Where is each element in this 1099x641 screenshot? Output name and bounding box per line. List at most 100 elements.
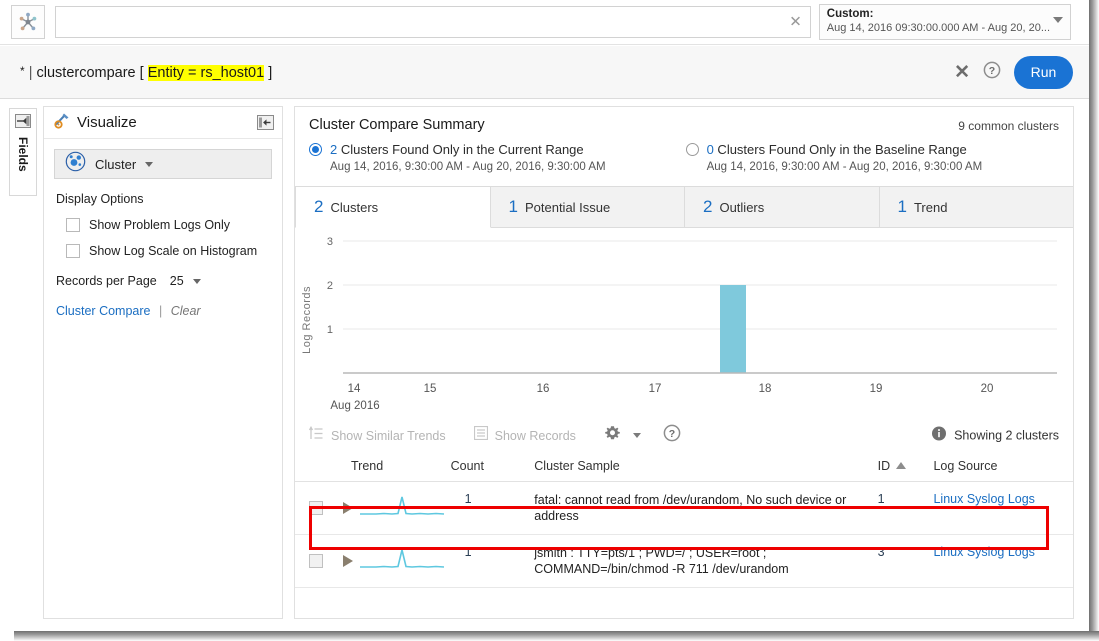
link-separator: |	[159, 304, 162, 318]
checkbox-label: Show Problem Logs Only	[89, 218, 230, 232]
expand-panel-icon[interactable]	[15, 114, 31, 133]
radio-indicator[interactable]	[686, 143, 699, 156]
expand-row-icon[interactable]	[343, 555, 353, 567]
table-header-row: Trend Count Cluster Sample ID Log Source	[295, 453, 1073, 482]
checkbox-box[interactable]	[66, 244, 80, 258]
sort-asc-icon[interactable]	[896, 462, 906, 469]
chevron-down-icon[interactable]	[633, 433, 641, 438]
table-row[interactable]: 1 fatal: cannot read from /dev/urandom, …	[295, 482, 1073, 535]
clear-link[interactable]: Clear	[171, 304, 201, 318]
column-header-log-source[interactable]: Log Source	[933, 453, 1073, 482]
table-row[interactable]: 1 jsmith : TTY=pts/1 ; PWD=/ ; USER=root…	[295, 535, 1073, 588]
display-options-label: Display Options	[56, 192, 282, 206]
tab-count: 2	[703, 197, 712, 217]
radio-current-range[interactable]: 2 Clusters Found Only in the Current Ran…	[309, 141, 606, 173]
help-circle-icon[interactable]: ?	[663, 424, 681, 447]
application-window: ✕ Custom: Aug 14, 2016 09:30:00.000 AM -…	[0, 0, 1099, 641]
table-header: Trend Count Cluster Sample ID Log Source	[295, 453, 1073, 482]
cell-id: 3	[878, 535, 934, 588]
svg-text:19: 19	[870, 383, 883, 395]
range-radio-group: 2 Clusters Found Only in the Current Ran…	[309, 141, 1059, 173]
column-header-count[interactable]: Count	[451, 453, 535, 482]
window-shadow-corner	[0, 631, 14, 641]
date-range-picker[interactable]: Custom: Aug 14, 2016 09:30:00.000 AM - A…	[819, 4, 1071, 40]
common-clusters-count: 9 common clusters	[958, 119, 1059, 133]
search-clear-icon[interactable]: ✕	[789, 15, 802, 30]
checkbox-show-problem-logs-only[interactable]: Show Problem Logs Only	[66, 218, 282, 232]
chart-canvas: 3 2 1 14 15 16 17 18 19 20 Aug 2016	[295, 228, 1073, 418]
chevron-down-icon[interactable]	[145, 162, 153, 167]
row-checkbox[interactable]	[309, 554, 323, 568]
search-input[interactable]	[56, 7, 810, 37]
summary-title: Cluster Compare Summary	[309, 117, 1059, 133]
gear-icon[interactable]	[604, 425, 621, 447]
show-records-label: Show Records	[495, 429, 576, 443]
cluster-compare-summary: Cluster Compare Summary 9 common cluster…	[295, 107, 1073, 186]
radio-label: Clusters Found Only in the Baseline Rang…	[714, 142, 967, 157]
collapse-panel-icon[interactable]	[257, 115, 274, 130]
svg-text:?: ?	[669, 428, 675, 440]
top-bar: ✕ Custom: Aug 14, 2016 09:30:00.000 AM -…	[0, 0, 1089, 45]
tab-clusters[interactable]: 2 Clusters	[295, 186, 491, 228]
svg-text:1: 1	[327, 324, 333, 336]
records-list-icon	[474, 426, 488, 445]
svg-text:3: 3	[327, 236, 333, 248]
records-per-page-control[interactable]: Records per Page 25	[56, 274, 282, 288]
fields-panel-tab[interactable]: Fields	[9, 108, 37, 196]
column-header-cluster-sample[interactable]: Cluster Sample	[534, 453, 877, 482]
help-circle-icon[interactable]: ?	[983, 61, 1001, 84]
table-settings-button[interactable]	[604, 425, 641, 447]
table-body: 1 fatal: cannot read from /dev/urandom, …	[295, 482, 1073, 588]
tab-trend[interactable]: 1 Trend	[880, 186, 1074, 227]
svg-text:15: 15	[424, 383, 437, 395]
radio-count: 0	[707, 142, 714, 157]
radio-indicator[interactable]	[309, 143, 322, 156]
tab-outliers[interactable]: 2 Outliers	[685, 186, 880, 227]
network-nodes-icon[interactable]	[11, 5, 45, 39]
chevron-down-icon[interactable]	[193, 279, 201, 284]
chevron-down-icon[interactable]	[1053, 17, 1063, 23]
visualization-type-select[interactable]: Cluster	[54, 149, 272, 179]
column-header-trend[interactable]: Trend	[295, 453, 451, 482]
visualization-type-label: Cluster	[95, 157, 136, 172]
visualize-header: Visualize	[44, 107, 282, 139]
log-source-link[interactable]: Linux Syslog Logs	[933, 545, 1034, 559]
radio-baseline-range[interactable]: 0 Clusters Found Only in the Baseline Ra…	[686, 141, 983, 173]
window-shadow-right	[1089, 0, 1099, 641]
clusters-table: Trend Count Cluster Sample ID Log Source	[295, 453, 1073, 588]
expand-row-icon[interactable]	[343, 502, 353, 514]
tab-label: Trend	[914, 200, 947, 215]
visualize-title: Visualize	[77, 114, 257, 131]
query-expression[interactable]: * | clustercompare [ Entity = rs_host01 …	[0, 64, 954, 81]
cell-log-source: Linux Syslog Logs	[933, 482, 1073, 535]
row-checkbox[interactable]	[309, 501, 323, 515]
hammer-gear-icon	[53, 111, 71, 134]
cell-trend	[295, 482, 451, 535]
radio-label: Clusters Found Only in the Current Range	[337, 142, 583, 157]
checkbox-label: Show Log Scale on Histogram	[89, 244, 257, 258]
query-actions: ✕ ? Run	[954, 56, 1089, 89]
radio-texts: 2 Clusters Found Only in the Current Ran…	[330, 141, 606, 173]
query-clear-icon[interactable]: ✕	[954, 63, 970, 82]
checkbox-box[interactable]	[66, 218, 80, 232]
search-box[interactable]: ✕	[55, 6, 811, 38]
run-button[interactable]: Run	[1014, 56, 1073, 89]
cluster-compare-link[interactable]: Cluster Compare	[56, 304, 150, 318]
cell-trend	[295, 535, 451, 588]
query-bar: * | clustercompare [ Entity = rs_host01 …	[0, 46, 1089, 99]
column-header-id[interactable]: ID	[878, 453, 934, 482]
svg-text:2: 2	[327, 280, 333, 292]
records-per-page-value[interactable]: 25	[170, 274, 184, 288]
tab-label: Clusters	[330, 200, 378, 215]
checkbox-show-log-scale-on-histogram[interactable]: Show Log Scale on Histogram	[66, 244, 282, 258]
query-highlight-token: Entity = rs_host01	[148, 65, 264, 81]
fields-label: Fields	[16, 137, 30, 172]
log-source-link[interactable]: Linux Syslog Logs	[933, 492, 1034, 506]
show-similar-trends-button[interactable]: Show Similar Trends	[309, 426, 446, 446]
cluster-tabs: 2 Clusters 1 Potential Issue 2 Outliers …	[295, 186, 1073, 228]
svg-text:?: ?	[989, 64, 995, 76]
sparkline-peak-icon	[358, 492, 446, 523]
tab-potential-issue[interactable]: 1 Potential Issue	[491, 186, 686, 227]
show-records-button[interactable]: Show Records	[474, 426, 576, 445]
trend-list-icon	[309, 426, 324, 446]
